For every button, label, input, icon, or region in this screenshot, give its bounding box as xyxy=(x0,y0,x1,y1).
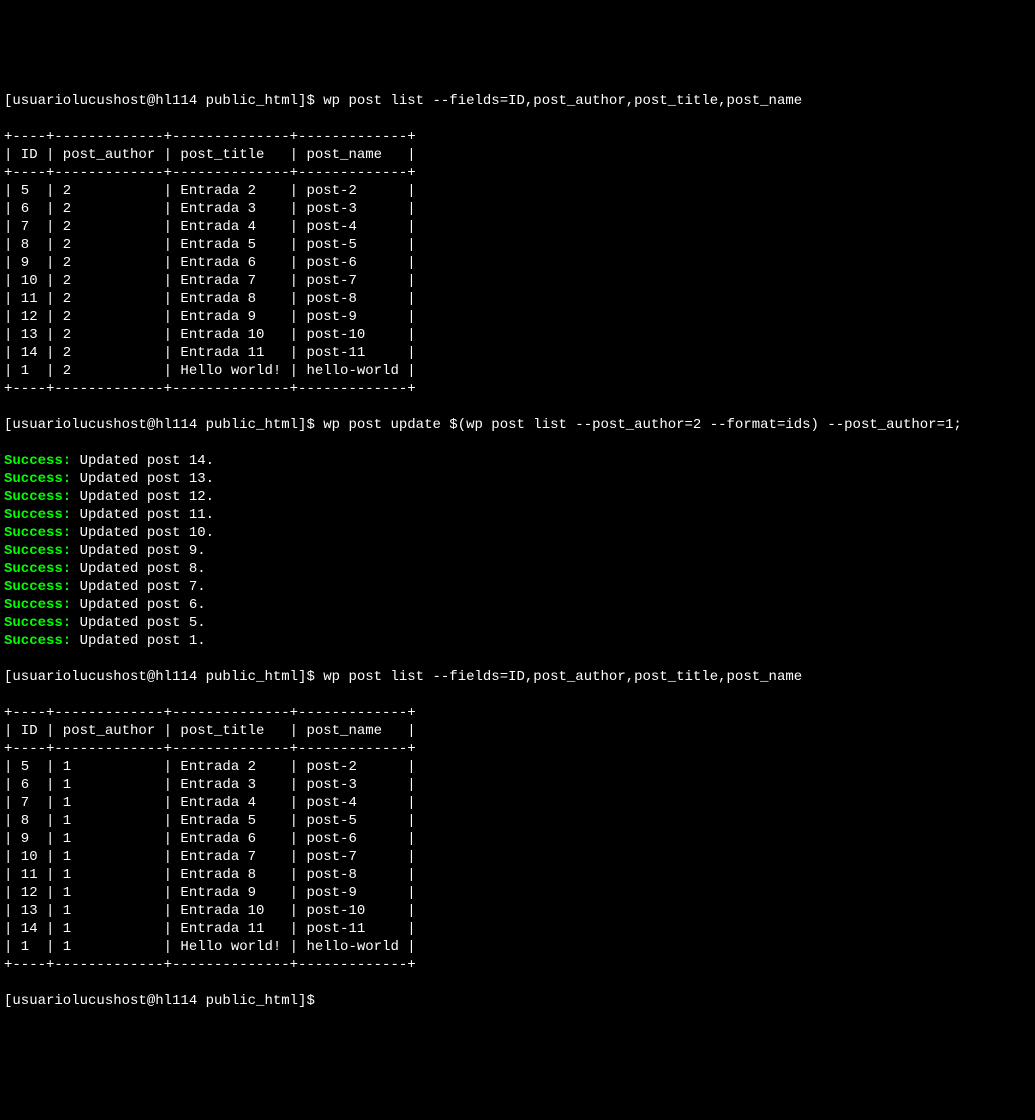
success-label: Success: xyxy=(4,507,71,523)
success-message: Updated post 5. xyxy=(71,615,205,631)
success-line: Success: Updated post 6. xyxy=(4,596,1031,614)
shell-prompt: [usuariolucushost@hl114 public_html]$ xyxy=(4,93,323,109)
success-message: Updated post 7. xyxy=(71,579,205,595)
success-label: Success: xyxy=(4,615,71,631)
shell-prompt: [usuariolucushost@hl114 public_html]$ xyxy=(4,993,323,1009)
success-label: Success: xyxy=(4,633,71,649)
success-line: Success: Updated post 12. xyxy=(4,488,1031,506)
success-message: Updated post 13. xyxy=(71,471,214,487)
command-line-2: [usuariolucushost@hl114 public_html]$ wp… xyxy=(4,416,1031,434)
success-line: Success: Updated post 11. xyxy=(4,506,1031,524)
success-message: Updated post 11. xyxy=(71,507,214,523)
success-message: Updated post 8. xyxy=(71,561,205,577)
command-line-4[interactable]: [usuariolucushost@hl114 public_html]$ xyxy=(4,992,1031,1010)
success-label: Success: xyxy=(4,561,71,577)
success-label: Success: xyxy=(4,597,71,613)
success-label: Success: xyxy=(4,525,71,541)
command-text: wp post list --fields=ID,post_author,pos… xyxy=(323,669,802,685)
success-label: Success: xyxy=(4,543,71,559)
success-message: Updated post 10. xyxy=(71,525,214,541)
success-line: Success: Updated post 10. xyxy=(4,524,1031,542)
success-message: Updated post 9. xyxy=(71,543,205,559)
success-label: Success: xyxy=(4,453,71,469)
success-line: Success: Updated post 1. xyxy=(4,632,1031,650)
success-line: Success: Updated post 8. xyxy=(4,560,1031,578)
success-message: Updated post 1. xyxy=(71,633,205,649)
success-line: Success: Updated post 9. xyxy=(4,542,1031,560)
shell-prompt: [usuariolucushost@hl114 public_html]$ xyxy=(4,669,323,685)
success-output: Success: Updated post 14.Success: Update… xyxy=(4,452,1031,650)
success-label: Success: xyxy=(4,489,71,505)
shell-prompt: [usuariolucushost@hl114 public_html]$ xyxy=(4,417,323,433)
success-line: Success: Updated post 5. xyxy=(4,614,1031,632)
command-line-1: [usuariolucushost@hl114 public_html]$ wp… xyxy=(4,92,1031,110)
success-message: Updated post 6. xyxy=(71,597,205,613)
success-line: Success: Updated post 13. xyxy=(4,470,1031,488)
success-label: Success: xyxy=(4,579,71,595)
table-2-output: +----+-------------+--------------+-----… xyxy=(4,704,1031,974)
success-line: Success: Updated post 7. xyxy=(4,578,1031,596)
command-text: wp post list --fields=ID,post_author,pos… xyxy=(323,93,802,109)
success-message: Updated post 12. xyxy=(71,489,214,505)
table-1-output: +----+-------------+--------------+-----… xyxy=(4,128,1031,398)
command-line-3: [usuariolucushost@hl114 public_html]$ wp… xyxy=(4,668,1031,686)
success-message: Updated post 14. xyxy=(71,453,214,469)
success-label: Success: xyxy=(4,471,71,487)
command-text: wp post update $(wp post list --post_aut… xyxy=(323,417,962,433)
terminal-output: [usuariolucushost@hl114 public_html]$ wp… xyxy=(4,74,1031,1028)
success-line: Success: Updated post 14. xyxy=(4,452,1031,470)
